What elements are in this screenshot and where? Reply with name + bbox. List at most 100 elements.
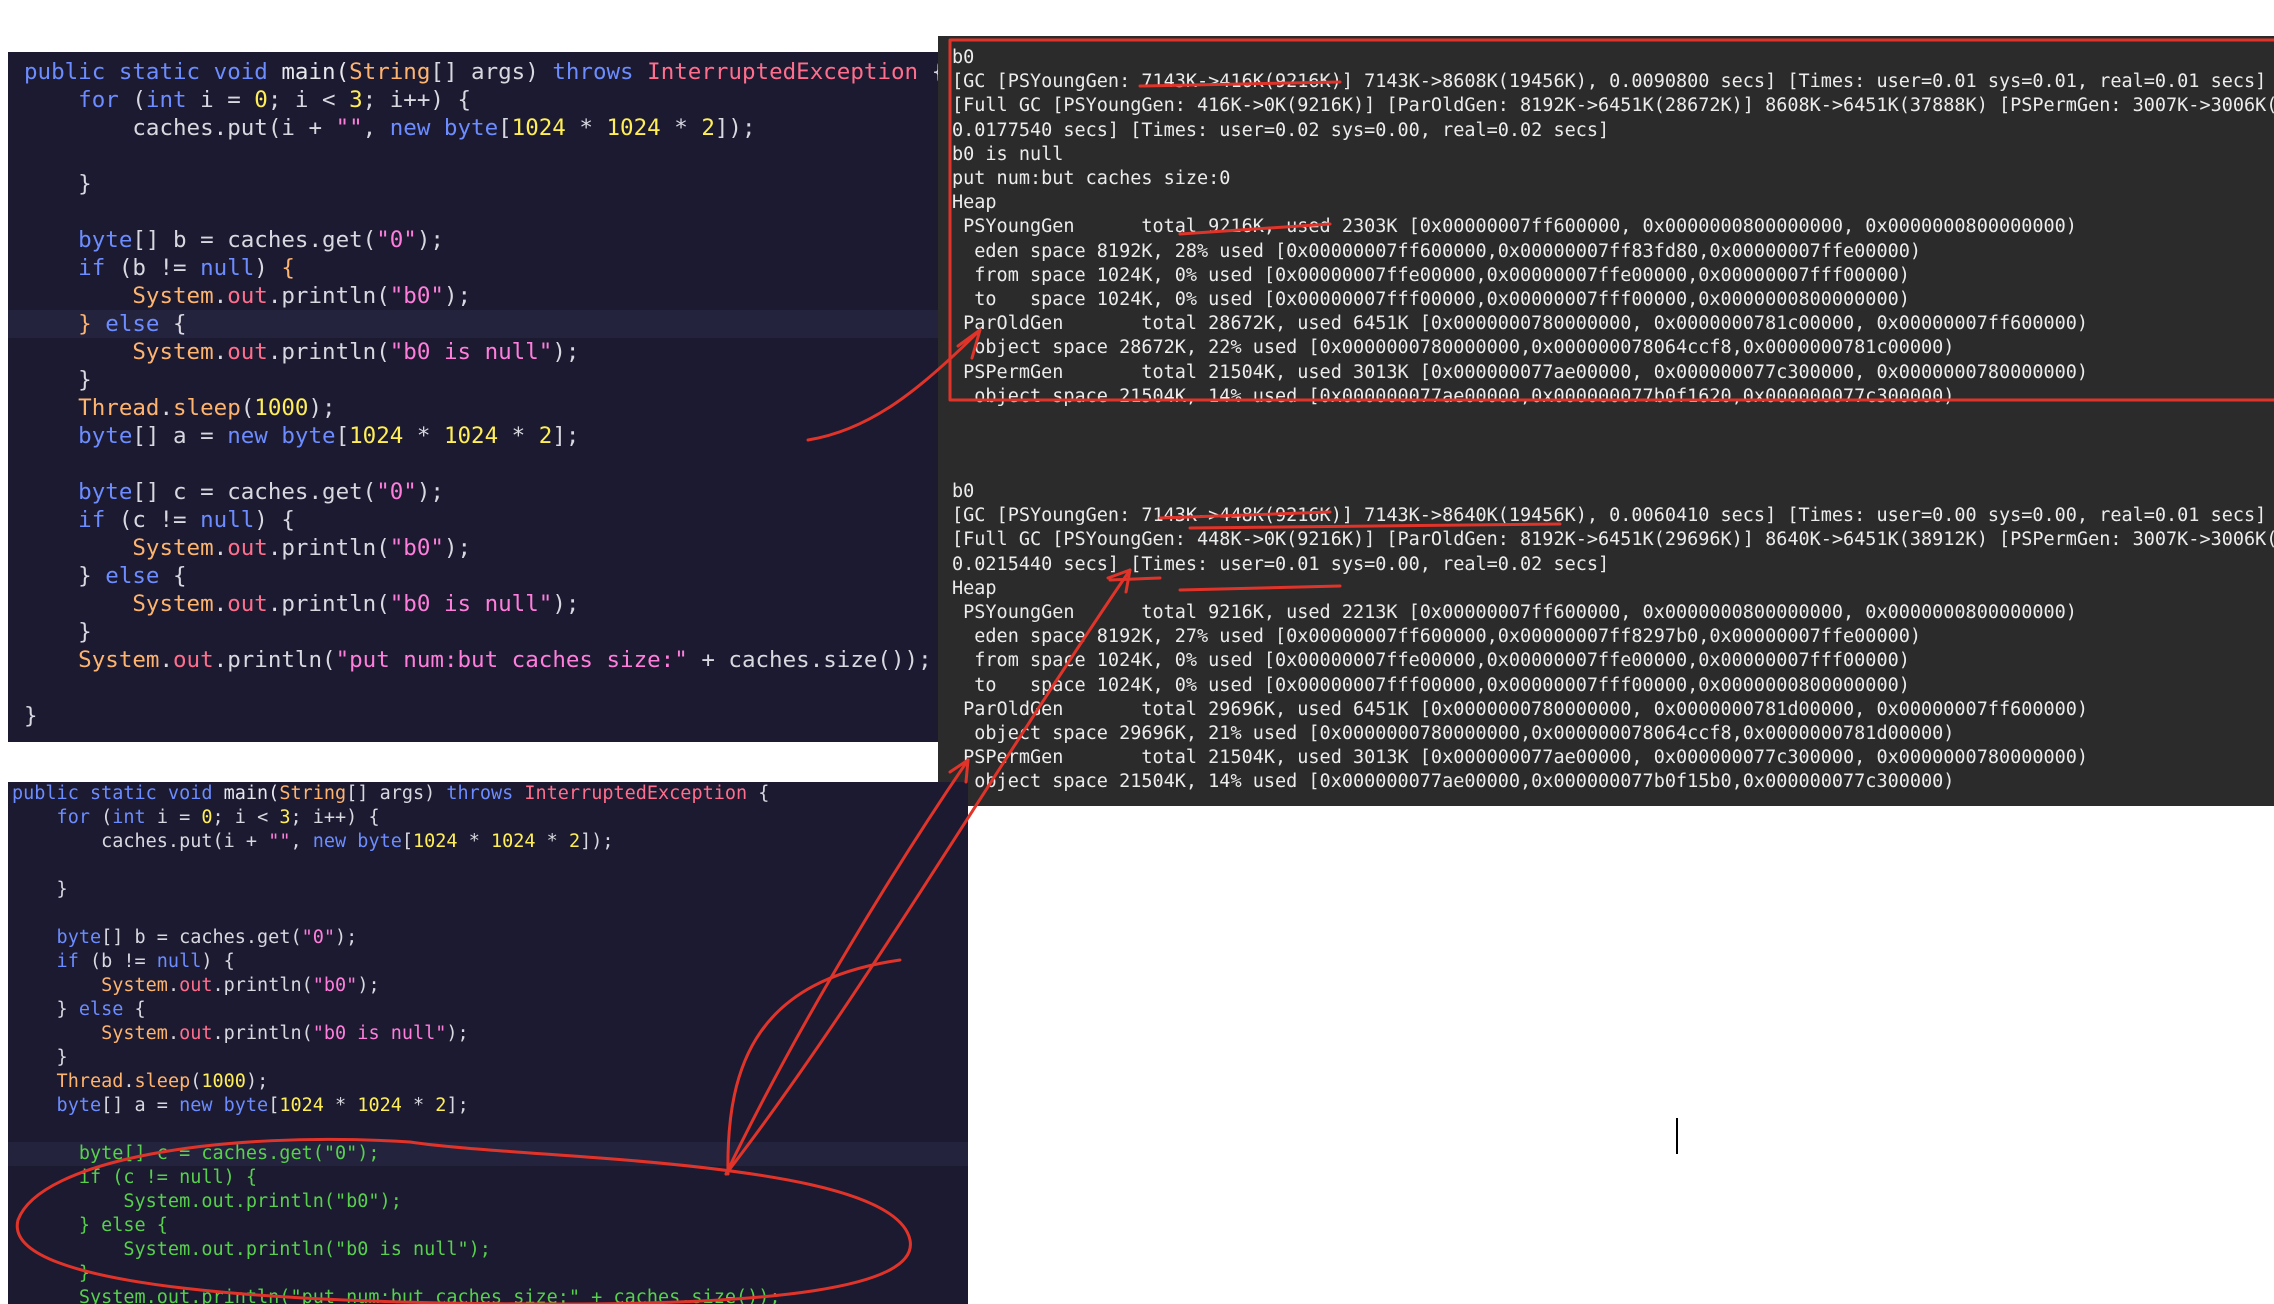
code-line[interactable]: }	[8, 170, 938, 198]
code-line[interactable]: byte[] b = caches.get("0");	[8, 926, 968, 950]
code-line[interactable]: for (int i = 0; i < 3; i++) {	[8, 806, 968, 830]
code-token: "0"	[301, 927, 336, 948]
code-line[interactable]: System.out.println("b0 is null");	[8, 1022, 968, 1046]
code-line[interactable]: caches.put(i + "", new byte[1024 * 1024 …	[8, 114, 938, 142]
code-line[interactable]: if (b != null) {	[8, 950, 968, 974]
code-line[interactable]: System.out.println("b0");	[8, 974, 968, 998]
code-line[interactable]: Thread.sleep(1000);	[8, 1070, 968, 1094]
code-token: [	[401, 831, 413, 852]
code-token: int	[112, 807, 157, 828]
code-line[interactable]: System.out.println("b0");	[8, 534, 938, 562]
code-token: else	[78, 999, 135, 1020]
code-line[interactable]: } else {	[8, 310, 938, 338]
code-line[interactable]	[8, 854, 968, 878]
code-token: }	[24, 171, 92, 197]
code-line[interactable]: } else {	[8, 562, 938, 590]
code-token: *	[323, 1095, 358, 1116]
code-editor-top[interactable]: public static void main(String[] args) t…	[8, 52, 938, 742]
terminal-line: object space 29696K, 21% used [0x0000000…	[952, 723, 1955, 744]
code-line[interactable]: }	[8, 1046, 968, 1070]
code-line[interactable]	[8, 674, 938, 702]
code-token: sleep	[173, 395, 241, 421]
code-token: .println(	[267, 535, 390, 561]
code-token: throws	[446, 783, 525, 804]
code-token: ; i++) {	[362, 87, 472, 113]
code-line[interactable]	[8, 1118, 968, 1142]
terminal-line: to space 1024K, 0% used [0x00000007fff00…	[952, 674, 1910, 696]
code-token: }	[12, 1263, 90, 1284]
code-token: .println(	[212, 1023, 313, 1044]
code-token: );	[308, 395, 336, 421]
code-token: ; i <	[267, 87, 350, 113]
code-token: byte	[12, 927, 102, 948]
code-line[interactable]: for (int i = 0; i < 3; i++) {	[8, 86, 938, 114]
code-line[interactable]: System.out.println("put num:but caches s…	[8, 1286, 968, 1304]
code-token: out	[227, 535, 268, 561]
code-token: "b0 is null"	[312, 1023, 447, 1044]
code-line[interactable]: byte[] c = caches.get("0");	[8, 1142, 968, 1166]
code-token: null	[200, 507, 255, 533]
code-line[interactable]: byte[] a = new byte[1024 * 1024 * 2];	[8, 1094, 968, 1118]
code-token: }	[24, 367, 92, 393]
code-token: InterruptedException	[524, 783, 748, 804]
code-token: out	[227, 283, 268, 309]
code-line[interactable]: if (c != null) {	[8, 506, 938, 534]
code-token: }	[24, 563, 106, 589]
code-line[interactable]	[8, 902, 968, 926]
code-line[interactable]: System.out.println("b0 is null");	[8, 590, 938, 618]
code-editor-bottom[interactable]: public static void main(String[] args) t…	[8, 782, 968, 1304]
terminal-line: object space 21504K, 14% used [0x0000000…	[952, 385, 1955, 407]
code-line[interactable]: public static void main(String[] args) t…	[8, 782, 968, 806]
code-line[interactable]: System.out.println("b0");	[8, 282, 938, 310]
code-token: 1024	[413, 831, 458, 852]
code-token: ) {	[201, 951, 235, 972]
code-line[interactable]: }	[8, 618, 938, 646]
code-line[interactable]: }	[8, 702, 938, 730]
code-token: 1024	[511, 115, 566, 141]
code-line[interactable]: }	[8, 878, 968, 902]
code-token: null	[200, 255, 255, 281]
code-token: throws	[552, 59, 648, 85]
terminal-output-bottom[interactable]: b0 [GC [PSYoungGen: 7143K->448K(9216K)] 7…	[938, 416, 2274, 806]
code-token: "b0"	[389, 283, 444, 309]
code-line[interactable]: System.out.println("put num:but caches s…	[8, 646, 938, 674]
code-line[interactable]: System.out.println("b0");	[8, 1190, 968, 1214]
code-line[interactable]: byte[] b = caches.get("0");	[8, 226, 938, 254]
code-token: out	[179, 1023, 213, 1044]
code-token: if	[24, 255, 119, 281]
code-token: ""	[268, 831, 291, 852]
code-token: .	[123, 1071, 135, 1092]
code-line[interactable]: if (c != null) {	[8, 1166, 968, 1190]
terminal-output-top[interactable]: b0 [GC [PSYoungGen: 7143K->416K(9216K)] 7…	[938, 36, 2274, 416]
code-token: *	[565, 115, 607, 141]
code-token: [] b = caches.get(	[101, 927, 302, 948]
code-token: null	[156, 951, 202, 972]
terminal-line: Heap	[952, 577, 997, 599]
code-token: byte	[12, 1095, 102, 1116]
code-line[interactable]: byte[] a = new byte[1024 * 1024 * 2];	[8, 422, 938, 450]
code-line[interactable]: }	[8, 1262, 968, 1286]
terminal-line: PSPermGen total 21504K, used 3013K [0x00…	[952, 361, 2089, 383]
code-line[interactable]: caches.put(i + "", new byte[1024 * 1024 …	[8, 830, 968, 854]
code-line[interactable]	[8, 450, 938, 478]
code-line[interactable]: Thread.sleep(1000);	[8, 394, 938, 422]
code-line[interactable]	[8, 198, 938, 226]
code-token: .println(	[267, 283, 390, 309]
code-line[interactable]: if (b != null) {	[8, 254, 938, 282]
code-line[interactable]: }	[8, 366, 938, 394]
code-line[interactable]: public static void main(String[] args) t…	[8, 58, 938, 86]
code-line[interactable]: System.out.println("b0 is null");	[8, 338, 938, 366]
code-line[interactable]: System.out.println("b0 is null");	[8, 1238, 968, 1262]
code-token: byte	[24, 423, 133, 449]
code-line[interactable]: } else {	[8, 998, 968, 1022]
code-line[interactable]: } else {	[8, 1214, 968, 1238]
code-line[interactable]	[8, 142, 938, 170]
code-token: 1000	[201, 1071, 246, 1092]
terminal-line: ParOldGen total 29696K, used 6451K [0x00…	[952, 698, 2089, 720]
code-token: 1000	[254, 395, 309, 421]
code-token: for	[12, 807, 102, 828]
code-token: (b !=	[89, 951, 157, 972]
code-token: (c !=	[118, 507, 201, 533]
code-token: int	[145, 87, 201, 113]
code-line[interactable]: byte[] c = caches.get("0");	[8, 478, 938, 506]
